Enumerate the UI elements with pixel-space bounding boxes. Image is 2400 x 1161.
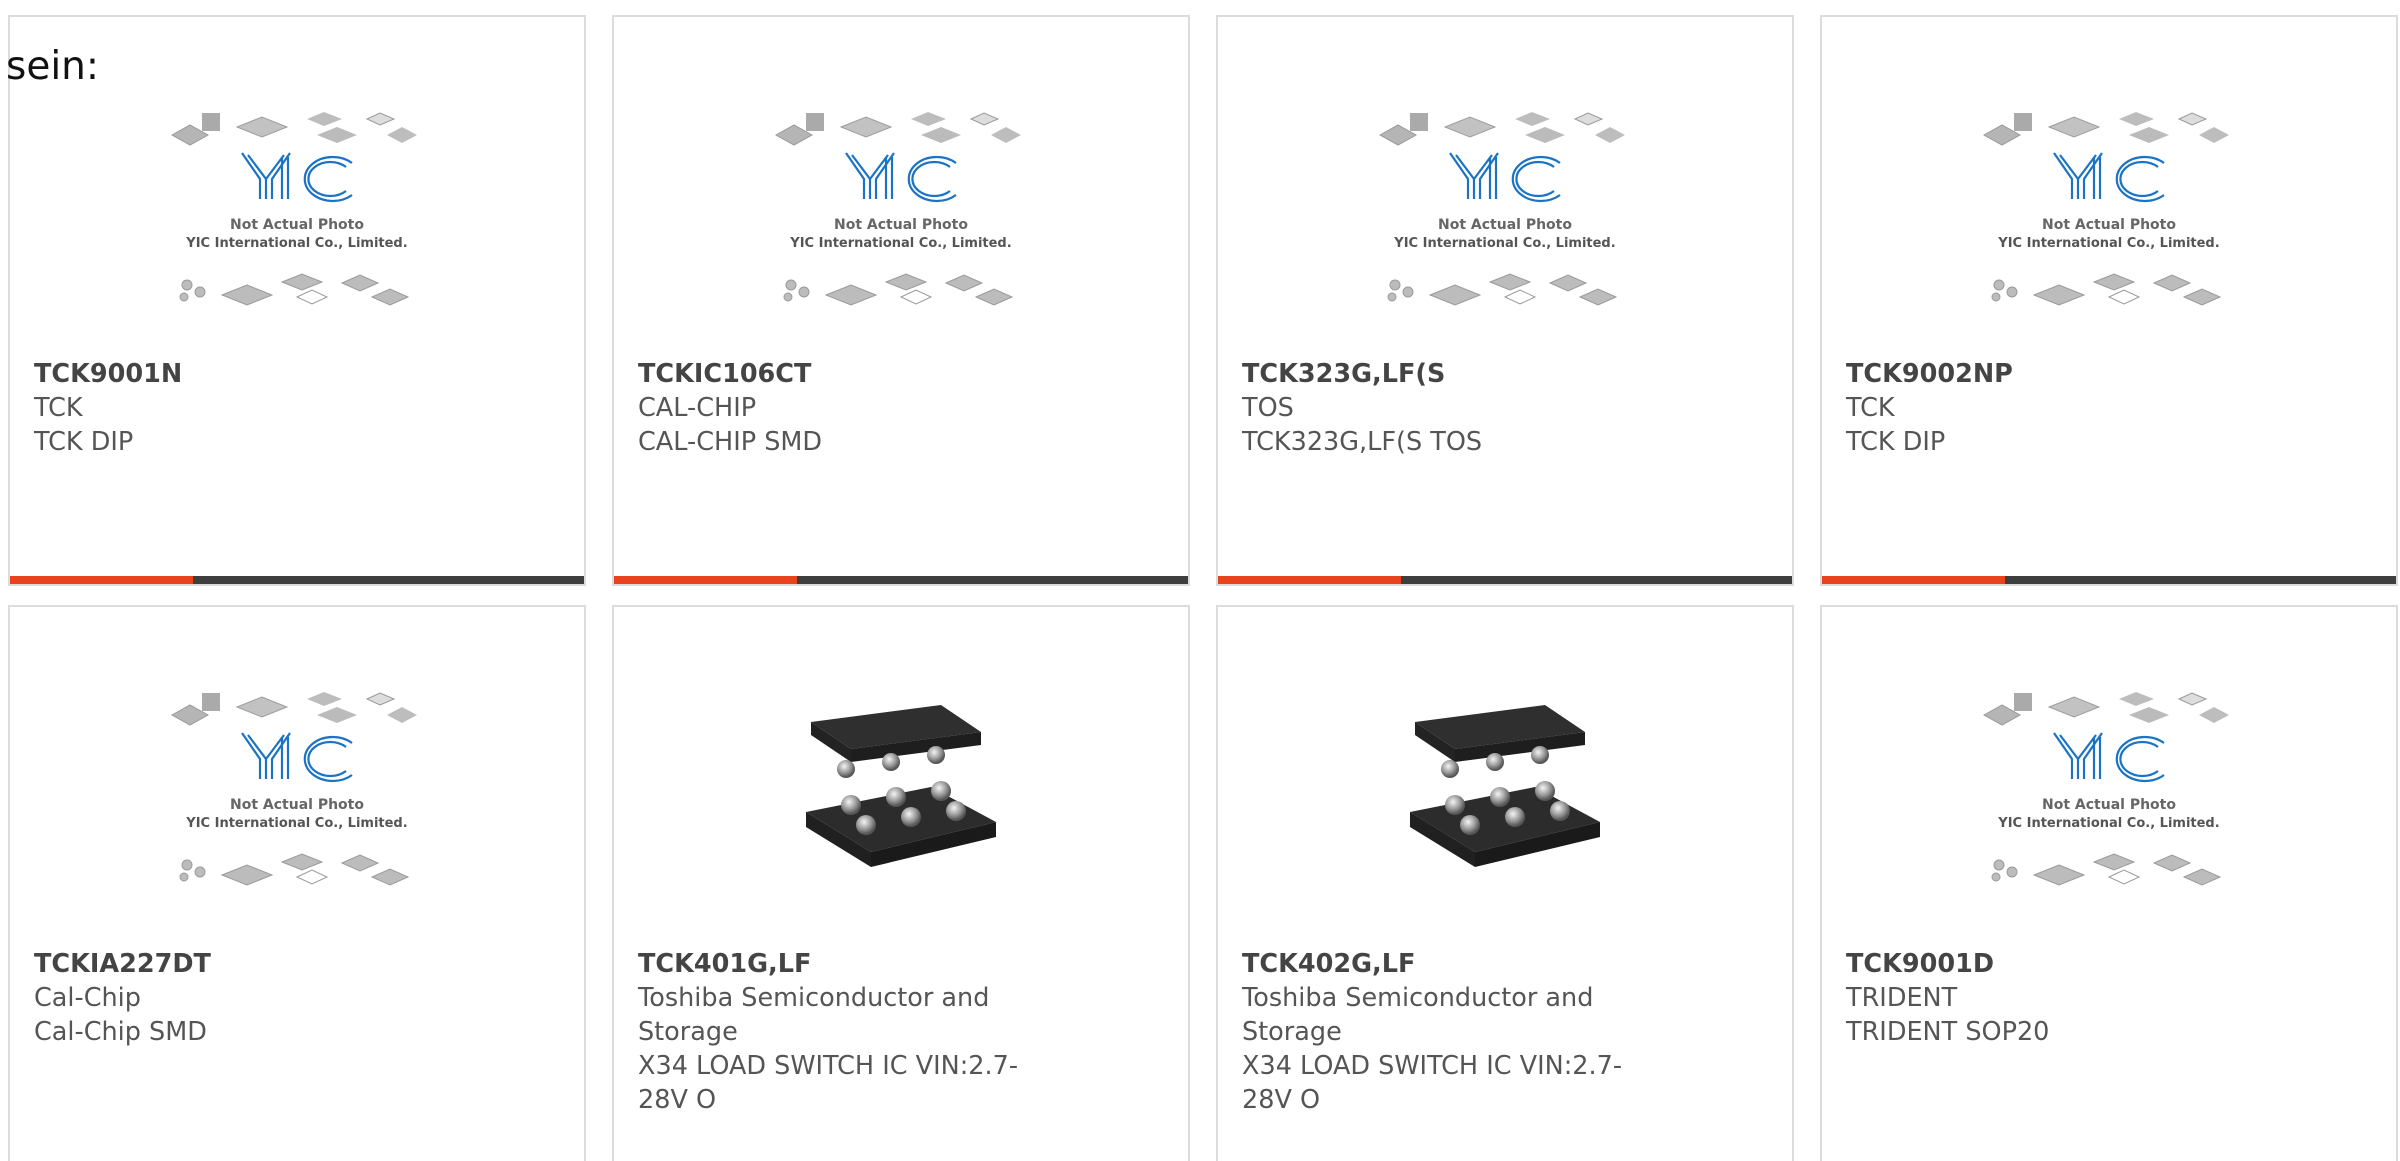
- product-image[interactable]: [614, 677, 1188, 947]
- product-card[interactable]: TCKIA227DT Cal-Chip Cal-Chip SMD: [8, 605, 586, 1161]
- placeholder-image: [1370, 97, 1640, 337]
- card-accent-bar: [1218, 576, 1792, 584]
- placeholder-image: [1974, 97, 2244, 337]
- product-image-placeholder[interactable]: [10, 97, 584, 367]
- product-part-number[interactable]: TCK401G,LF: [638, 947, 1038, 981]
- product-card[interactable]: TCK402G,LF Toshiba Semiconductor and Sto…: [1216, 605, 1794, 1161]
- product-manufacturer: TCK: [1846, 393, 1895, 423]
- product-image[interactable]: [1218, 677, 1792, 947]
- product-manufacturer: TRIDENT: [1846, 983, 1958, 1013]
- product-card[interactable]: TCK9001D TRIDENT TRIDENT SOP20: [1820, 605, 2398, 1161]
- product-part-number[interactable]: TCK9001D: [1846, 947, 2276, 981]
- product-description: TCK323G,LF(S TOS: [1242, 427, 1483, 457]
- placeholder-image: [766, 97, 1036, 337]
- card-accent-bar: [1822, 576, 2396, 584]
- placeholder-image: [1974, 677, 2244, 917]
- product-manufacturer: TOS: [1242, 393, 1294, 423]
- product-image-placeholder[interactable]: [10, 677, 584, 947]
- product-image-placeholder[interactable]: [1218, 97, 1792, 367]
- product-part-number[interactable]: TCK402G,LF: [1242, 947, 1642, 981]
- product-manufacturer: Toshiba Semiconductor and Storage: [638, 983, 990, 1047]
- product-description: TCK DIP: [34, 427, 134, 457]
- product-manufacturer: CAL-CHIP: [638, 393, 757, 423]
- placeholder-image: [162, 677, 432, 917]
- product-card[interactable]: TCK323G,LF(S TOS TCK323G,LF(S TOS: [1216, 15, 1794, 586]
- product-part-number[interactable]: TCK323G,LF(S: [1242, 357, 1672, 391]
- card-accent-bar: [10, 576, 584, 584]
- product-card[interactable]: TCK9001N TCK TCK DIP: [8, 15, 586, 586]
- product-card[interactable]: TCKIC106CT CAL-CHIP CAL-CHIP SMD: [612, 15, 1190, 586]
- product-image-placeholder[interactable]: [1822, 677, 2396, 947]
- product-part-number[interactable]: TCKIC106CT: [638, 357, 1068, 391]
- product-manufacturer: Cal-Chip: [34, 983, 141, 1013]
- product-grid: TCK9001N TCK TCK DIP TCKIC106CT CAL-CHIP…: [0, 0, 2400, 1161]
- product-description: TRIDENT SOP20: [1846, 1017, 2050, 1047]
- product-manufacturer: Toshiba Semiconductor and Storage: [1242, 983, 1594, 1047]
- product-description: CAL-CHIP SMD: [638, 427, 823, 457]
- product-card[interactable]: TCK9002NP TCK TCK DIP: [1820, 15, 2398, 586]
- product-description: Cal-Chip SMD: [34, 1017, 207, 1047]
- product-description: TCK DIP: [1846, 427, 1946, 457]
- product-card[interactable]: TCK401G,LF Toshiba Semiconductor and Sto…: [612, 605, 1190, 1161]
- chip-photo-image: [791, 687, 1011, 887]
- product-manufacturer: TCK: [34, 393, 83, 423]
- chip-photo-image: [1395, 687, 1615, 887]
- placeholder-image: [162, 97, 432, 337]
- product-image-placeholder[interactable]: [614, 97, 1188, 367]
- overflow-heading-text: sein:: [6, 44, 100, 89]
- product-description: X34 LOAD SWITCH IC VIN:2.7-28V O: [1242, 1051, 1623, 1115]
- product-part-number[interactable]: TCK9002NP: [1846, 357, 2276, 391]
- product-part-number[interactable]: TCK9001N: [34, 357, 464, 391]
- product-image-placeholder[interactable]: [1822, 97, 2396, 367]
- product-description: X34 LOAD SWITCH IC VIN:2.7-28V O: [638, 1051, 1019, 1115]
- card-accent-bar: [614, 576, 1188, 584]
- product-part-number[interactable]: TCKIA227DT: [34, 947, 464, 981]
